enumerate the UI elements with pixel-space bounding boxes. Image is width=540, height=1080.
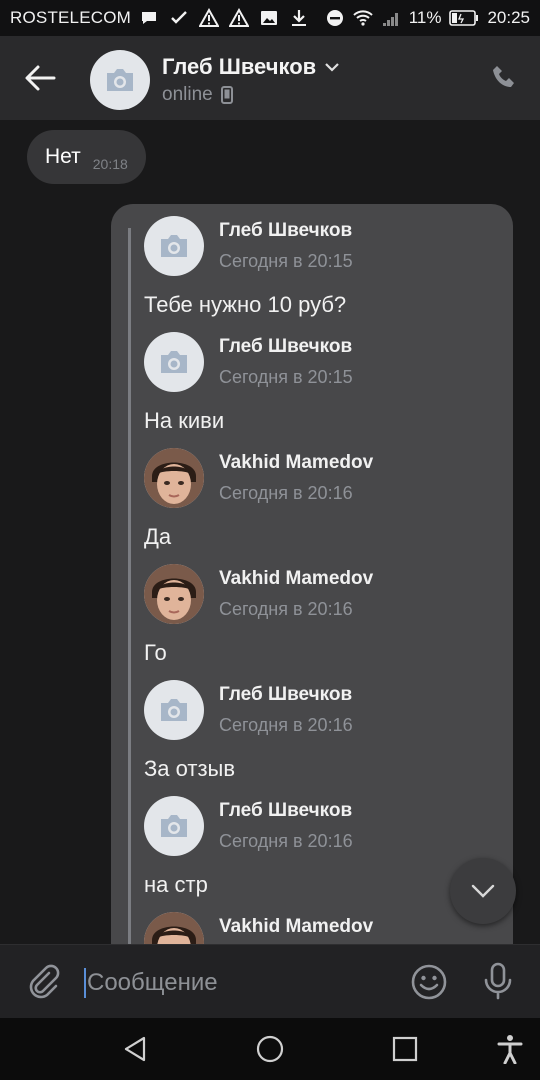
message-text: Тебе нужно 10 руб? — [144, 292, 347, 317]
author-name[interactable]: Vakhid Mamedov — [219, 568, 373, 590]
avatar[interactable] — [144, 796, 204, 856]
mobile-device-icon — [220, 86, 233, 104]
child-face-photo — [144, 564, 204, 624]
system-navigation-bar — [0, 1018, 540, 1080]
text-caret — [84, 968, 86, 998]
chat-header: Глеб Швечков online — [0, 36, 540, 120]
message-text: Го — [144, 640, 167, 665]
microphone-icon[interactable] — [480, 961, 516, 1001]
chat-notification-icon — [142, 12, 157, 24]
author-name[interactable]: Глеб Швечков — [219, 800, 352, 822]
message-time: Сегодня в 20:15 — [219, 367, 353, 387]
check-icon — [171, 11, 187, 24]
warning-icon-2 — [229, 8, 250, 27]
avatar[interactable] — [90, 50, 150, 110]
author-name[interactable]: Vakhid Mamedov — [219, 916, 373, 938]
battery-percent: 11% — [408, 8, 442, 27]
message-time: Сегодня в 20:15 — [219, 251, 353, 271]
message-time: Сегодня в 20:16 — [219, 483, 353, 503]
accessibility-icon[interactable] — [495, 1034, 525, 1064]
message-text: на стр — [144, 872, 208, 897]
camera-icon — [161, 815, 187, 837]
nav-recents-icon[interactable] — [390, 1034, 420, 1064]
author-name[interactable]: Глеб Швечков — [219, 336, 352, 358]
message-input-placeholder: Сообщение — [87, 969, 218, 996]
author-name[interactable]: Глеб Швечков — [219, 220, 352, 242]
clock: 20:25 — [487, 8, 530, 27]
message-time: Сегодня в 20:16 — [219, 715, 353, 735]
paperclip-icon[interactable] — [25, 963, 61, 999]
contact-status: online — [162, 84, 233, 106]
chevron-down-icon — [471, 884, 495, 898]
contact-name-label: Глеб Швечков — [162, 54, 317, 79]
signal-icon — [382, 13, 398, 26]
download-icon — [292, 10, 307, 26]
message-text: Нет — [45, 145, 81, 168]
forward-indicator-line — [128, 228, 131, 964]
message-text: Да — [144, 524, 172, 549]
forwarded-messages-bubble[interactable]: Глеб Швечков Сегодня в 20:15 Тебе нужно … — [111, 204, 513, 964]
child-face-photo — [144, 448, 204, 508]
avatar[interactable] — [144, 680, 204, 740]
avatar-photo[interactable] — [144, 448, 204, 508]
warning-icon — [199, 8, 220, 27]
carrier-name: ROSTELECOM — [10, 8, 132, 27]
avatar-photo[interactable] — [144, 564, 204, 624]
back-arrow-icon[interactable] — [22, 60, 58, 96]
camera-icon — [161, 699, 187, 721]
image-icon — [261, 11, 278, 25]
battery-icon — [449, 10, 479, 26]
author-name[interactable]: Глеб Швечков — [219, 684, 352, 706]
scroll-to-bottom-button[interactable] — [450, 858, 516, 924]
status-bar: ROSTELECOM 11% 20:25 — [0, 0, 540, 36]
do-not-disturb-icon — [326, 10, 343, 26]
message-composer: Сообщение — [0, 944, 540, 1019]
phone-call-icon[interactable] — [490, 64, 518, 92]
message-input[interactable]: Сообщение — [84, 965, 384, 1001]
avatar[interactable] — [144, 216, 204, 276]
message-text: За отзыв — [144, 756, 236, 781]
author-name[interactable]: Vakhid Mamedov — [219, 452, 373, 474]
message-text: На киви — [144, 408, 225, 433]
wifi-icon — [352, 10, 373, 26]
nav-back-icon[interactable] — [120, 1034, 150, 1064]
contact-name[interactable]: Глеб Швечков — [162, 54, 340, 80]
camera-icon — [161, 235, 187, 257]
message-time: Сегодня в 20:16 — [219, 831, 353, 851]
message-time: 20:18 — [92, 156, 128, 172]
nav-home-icon[interactable] — [255, 1034, 285, 1064]
avatar[interactable] — [144, 332, 204, 392]
camera-icon — [161, 351, 187, 373]
message-time: Сегодня в 20:16 — [219, 599, 353, 619]
emoji-icon[interactable] — [410, 963, 448, 1001]
chevron-down-icon[interactable] — [324, 61, 340, 73]
camera-icon — [107, 69, 133, 91]
incoming-message[interactable]: Нет 20:18 — [27, 130, 146, 184]
online-status: online — [162, 84, 213, 105]
